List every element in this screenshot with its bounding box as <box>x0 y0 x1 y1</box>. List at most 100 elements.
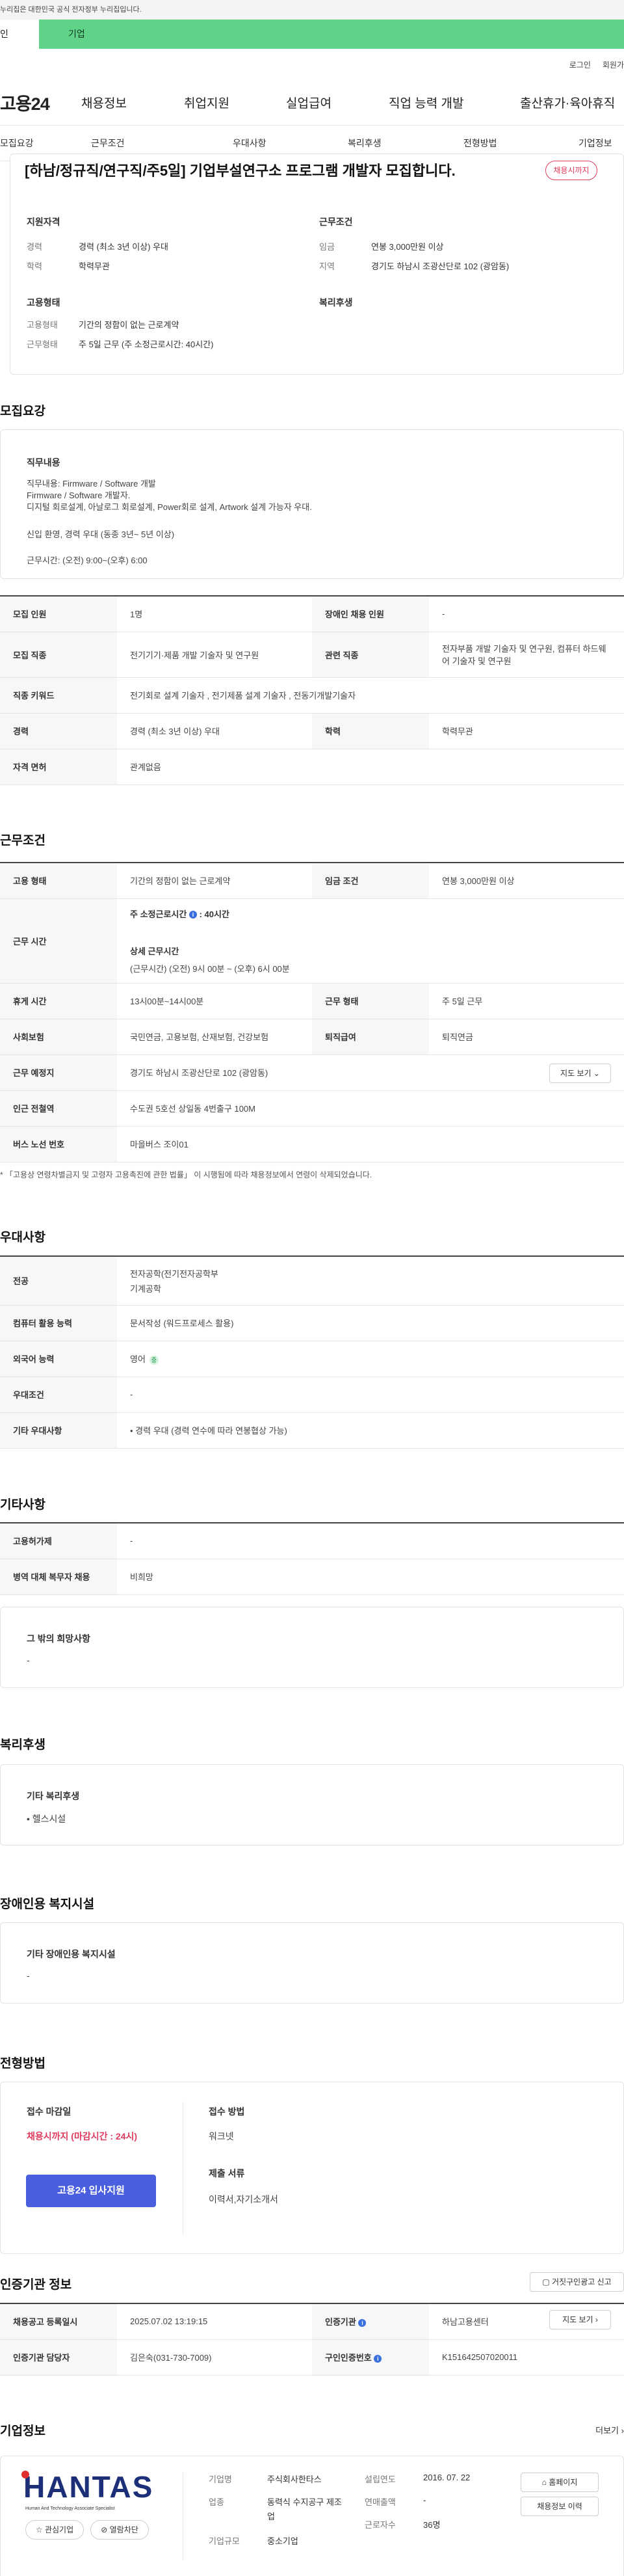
work-place-label: 근무 예정지 <box>0 1054 117 1091</box>
work-form-value: 주 5일 근무 (주 소정근로시간: 40시간) <box>79 340 214 349</box>
anchor-preferences[interactable]: 우대사항 <box>233 137 266 150</box>
site-logo[interactable]: 고용24 <box>0 90 50 115</box>
agency-map-button[interactable]: 지도 보기 › <box>549 2310 611 2329</box>
duty-line: Firmware / Software 개발자. <box>27 490 131 500</box>
method-heading: 접수 방법 <box>209 2106 245 2117</box>
login-link[interactable]: 로그인 <box>569 59 591 70</box>
military-service-label: 병역 대체 복무자 채용 <box>0 1559 117 1595</box>
tab-company[interactable]: 기업 <box>39 20 624 49</box>
other-preference-value: • 경력 우대 (경력 연수에 따라 연봉협상 가능) <box>117 1412 624 1449</box>
gnb-menu-parental-leave[interactable]: 출산휴가·육아휴직 <box>520 94 615 111</box>
anchor-recruit[interactable]: 모집요강 <box>0 137 34 150</box>
career-label: 경력 <box>27 242 42 252</box>
disabled-facility-box: 기타 장애인용 복지시설 - <box>0 1922 624 2004</box>
info-icon[interactable]: i <box>358 2318 367 2327</box>
gnb-menu-employment-support[interactable]: 취업지원 <box>184 94 229 111</box>
favorite-company-button[interactable]: ☆ 관심기업 <box>25 2520 84 2540</box>
chevron-right-icon: › <box>621 2426 624 2435</box>
global-nav: 고용24 채용정보 취업지원 실업급여 직업 능력 개발 출산휴가·육아휴직 <box>0 80 624 126</box>
employment-type-label: 고용형태 <box>27 320 58 330</box>
cert-number-label: 구인인증번호 <box>325 2353 372 2363</box>
company-name-label: 기업명 <box>209 2475 232 2484</box>
employees-value: 36명 <box>423 2520 441 2530</box>
star-icon: ☆ <box>35 2525 43 2534</box>
insurance-label: 사회보험 <box>0 1019 117 1055</box>
table-row: 컴퓨터 활용 능력 문서작성 (워드프로세스 활용) <box>0 1305 624 1341</box>
company-more-link[interactable]: 더보기 › <box>595 2424 624 2436</box>
gnb-menu-skill-development[interactable]: 직업 능력 개발 <box>389 94 463 111</box>
detail-hours-heading: 상세 근무시간 <box>130 946 179 956</box>
severance-label: 퇴직급여 <box>312 1019 429 1055</box>
company-logo-text: HANTAS <box>23 2470 154 2504</box>
career-label: 경력 <box>0 713 117 749</box>
map-view-button[interactable]: 지도 보기 ⌄ <box>549 1064 611 1083</box>
disabled-facility-heading: 기타 장애인용 복지시설 <box>27 1949 116 1959</box>
selection-section-title: 전형방법 <box>0 2057 46 2071</box>
revenue-value: - <box>423 2495 426 2505</box>
etc-section-title: 기타사항 <box>0 1498 46 1512</box>
work-form-label: 근무 형태 <box>312 983 429 1019</box>
recruit-table: 모집 인원 1명 장애인 채용 인원 - 모집 직종 전기기기·제품 개발 기술… <box>0 595 624 785</box>
welfare-box: 기타 복리후생 • 헬스시설 <box>0 1764 624 1845</box>
career-value: 경력 (최소 3년 이상) 우대 <box>79 242 168 252</box>
anchor-welfare[interactable]: 복리후생 <box>348 137 382 150</box>
company-logo: HANTAS <box>23 2469 153 2504</box>
wish-value: - <box>27 1655 30 1665</box>
subway-value: 수도권 5호선 상일동 4번출구 100M <box>117 1090 624 1127</box>
recruit-history-button[interactable]: 채용정보 이력 <box>521 2497 599 2516</box>
disabled-hire-value: - <box>429 596 624 632</box>
detail-hours-value: (근무시간) (오전) 9시 00분 ~ (오후) 6시 00분 <box>130 963 290 974</box>
founded-value: 2016. 07. 22 <box>423 2473 471 2482</box>
work-form-label: 근무형태 <box>27 340 58 349</box>
disabled-facility-value: - <box>27 1970 30 1981</box>
block-company-label: 열람차단 <box>109 2525 138 2534</box>
major-cell: 전자공학(전기전자공학부 기계공학 <box>117 1256 624 1306</box>
employment-type-value: 기간의 정함이 없는 근로계약 <box>117 863 312 899</box>
work-table: 고용 형태 기간의 정함이 없는 근로계약 임금 조건 연봉 3,000만원 이… <box>0 862 624 1162</box>
major-label: 전공 <box>0 1256 117 1306</box>
homepage-button[interactable]: ⌂ 홈페이지 <box>521 2473 599 2492</box>
region-label: 지역 <box>319 262 335 271</box>
duty-line: 근무시간: (오전) 9:00~(오후) 6:00 <box>27 556 148 565</box>
utility-bar: 로그인 회원가 <box>0 49 624 80</box>
selection-box: 접수 마감일 채용시까지 (마감시간 : 24시) 접수 방법 워크넷 제출 서… <box>0 2082 624 2254</box>
info-icon[interactable]: i <box>374 2354 382 2363</box>
gnb-menu-recruit[interactable]: 채용정보 <box>81 94 127 111</box>
wage-condition-value: 연봉 3,000만원 이상 <box>429 863 624 899</box>
table-row: 전공 전자공학(전기전자공학부 기계공학 <box>0 1256 624 1306</box>
company-size-value: 중소기업 <box>267 2536 298 2546</box>
deadline-heading: 접수 마감일 <box>27 2106 72 2117</box>
employment-permit-label: 고용허가제 <box>0 1523 117 1559</box>
rest-time-value: 13시00분~14시00분 <box>117 983 312 1019</box>
tab-personal[interactable]: 인 <box>0 20 39 49</box>
anchor-company[interactable]: 기업정보 <box>578 137 612 150</box>
company-logo-dot <box>21 2471 29 2478</box>
block-company-button[interactable]: ⊘ 열람차단 <box>90 2520 149 2540</box>
recruit-section-title: 모집요강 <box>0 405 46 418</box>
employees-label: 근로자수 <box>365 2520 396 2530</box>
agency-section-title: 인증기관 정보 <box>0 2278 72 2292</box>
false-ad-report-button[interactable]: ▢ 거짓구인광고 신고 <box>530 2272 624 2292</box>
anchor-conditions[interactable]: 근무조건 <box>91 137 125 150</box>
report-icon: ▢ <box>542 2277 550 2287</box>
company-section-title: 기업정보 <box>0 2424 46 2438</box>
anchor-selection[interactable]: 전형방법 <box>463 137 497 150</box>
work-hours-label: 근무 시간 <box>0 898 117 984</box>
agency-table: 채용공고 등록일시 2025.07.02 13:19:15 인증기관 i 하남고… <box>0 2303 624 2376</box>
table-row: 기타 우대사항 • 경력 우대 (경력 연수에 따라 연봉협상 가능) <box>0 1412 624 1449</box>
job-keyword-label: 직종 키워드 <box>0 677 117 714</box>
preferred-condition-label: 우대조건 <box>0 1376 117 1413</box>
agency-map-label: 지도 보기 <box>562 2315 593 2324</box>
table-row: 근무 시간 주 소정근로시간 i : 40시간 상세 근무시간 (근무시간) (… <box>0 898 624 984</box>
signup-link[interactable]: 회원가 <box>603 59 624 70</box>
age-footnote: * 「고용상 연령차별금지 및 고령자 고용촉진에 관한 법률」 이 시행됨에 … <box>0 1170 372 1179</box>
work-place-cell: 경기도 하남시 조광산단로 102 (광암동) <box>117 1054 624 1091</box>
insurance-value: 국민연금, 고용보험, 산재보험, 건강보험 <box>117 1019 312 1055</box>
apply-button[interactable]: 고용24 입사지원 <box>26 2175 156 2207</box>
employment-type-value: 기간의 정함이 없는 근로계약 <box>79 320 179 330</box>
bus-value: 마을버스 조이01 <box>117 1126 624 1162</box>
gnb-menu-unemployment-benefit[interactable]: 실업급여 <box>286 94 332 111</box>
table-row: 고용허가제 - <box>0 1523 624 1559</box>
info-icon[interactable]: i <box>188 911 197 919</box>
favorite-company-label: 관심기업 <box>44 2525 74 2534</box>
